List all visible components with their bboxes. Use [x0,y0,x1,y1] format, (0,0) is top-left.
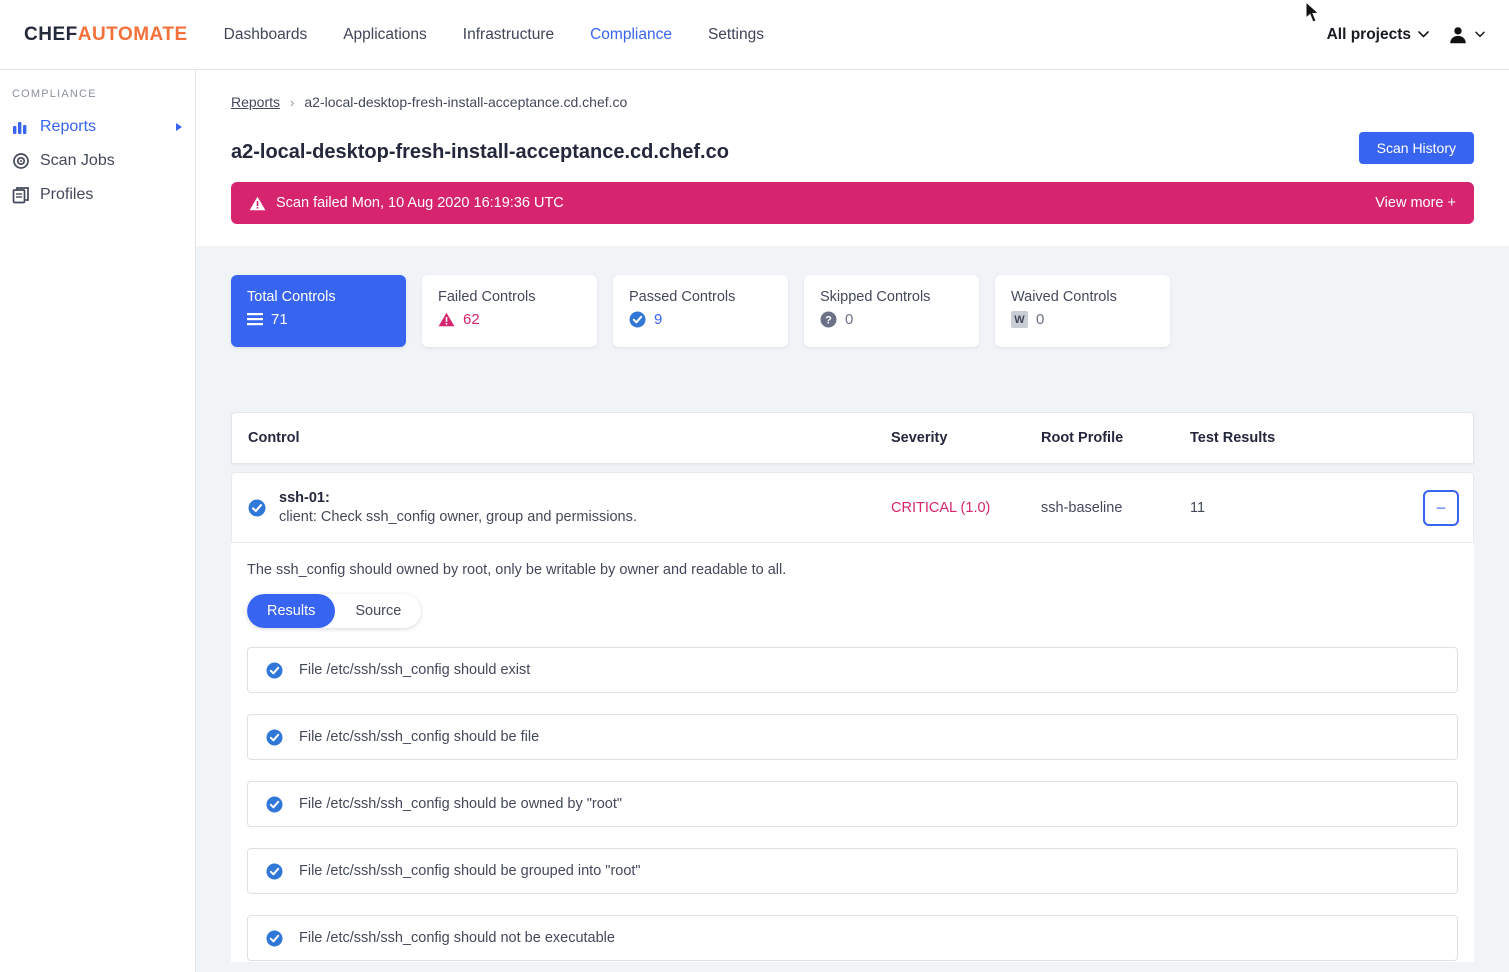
page-title: a2-local-desktop-fresh-install-acceptanc… [231,141,729,164]
top-nav: CHEFAUTOMATE Dashboards Applications Inf… [0,0,1509,70]
result-text: File /etc/ssh/ssh_config should be group… [299,863,641,879]
stat-value: 0 [845,311,853,328]
tab-source[interactable]: Source [335,594,421,628]
control-description: client: Check ssh_config owner, group an… [279,509,637,525]
minus-icon: − [1436,499,1447,517]
sidebar-item-reports[interactable]: Reports [0,110,195,144]
result-item: File /etc/ssh/ssh_config should be file [247,714,1458,760]
result-item: File /etc/ssh/ssh_config should exist [247,647,1458,693]
controls-stats-row: Total Controls 71 Failed Controls [231,275,1474,347]
projects-label: All projects [1327,26,1411,44]
control-test-results: 11 [1190,500,1205,516]
results-list: File /etc/ssh/ssh_config should exist Fi… [247,647,1458,961]
list-icon [247,313,263,326]
column-header-control: Control [232,430,891,446]
stat-card-skipped-controls[interactable]: Skipped Controls ? 0 [804,275,979,347]
check-circle-icon [266,930,283,947]
nav-item-dashboards[interactable]: Dashboards [224,26,308,44]
result-item: File /etc/ssh/ssh_config should be owned… [247,781,1458,827]
control-detail-description: The ssh_config should owned by root, onl… [247,562,1458,578]
check-circle-icon [266,729,283,746]
stat-value: 62 [463,311,480,328]
main-content: Reports › a2-local-desktop-fresh-install… [196,70,1509,972]
documents-icon [12,186,30,204]
question-circle-icon: ? [820,311,837,328]
chevron-down-icon [1418,31,1429,38]
control-severity: CRITICAL (1.0) [891,500,1041,516]
result-item: File /etc/ssh/ssh_config should be group… [247,848,1458,894]
scan-history-button[interactable]: Scan History [1359,132,1474,164]
tab-results[interactable]: Results [247,594,335,628]
breadcrumb-separator: › [290,95,294,110]
chevron-down-icon [1475,31,1485,38]
result-text: File /etc/ssh/ssh_config should be file [299,729,539,745]
result-text: File /etc/ssh/ssh_config should not be e… [299,930,615,946]
sidebar-section-label: COMPLIANCE [0,88,195,100]
stat-value: 71 [271,311,288,328]
svg-text:?: ? [825,314,832,326]
breadcrumb: Reports › a2-local-desktop-fresh-install… [231,94,1474,110]
stat-card-total-controls[interactable]: Total Controls 71 [231,275,406,347]
table-header-row: Control Severity Root Profile Test Resul… [231,412,1474,464]
control-detail-panel: The ssh_config should owned by root, onl… [231,542,1474,962]
stat-label: Skipped Controls [820,289,963,305]
sidebar-item-scan-jobs[interactable]: Scan Jobs [0,144,195,178]
check-circle-icon [266,796,283,813]
control-root-profile: ssh-baseline [1041,500,1190,516]
collapse-row-button[interactable]: − [1423,490,1459,526]
result-text: File /etc/ssh/ssh_config should exist [299,662,530,678]
sidebar-item-label: Scan Jobs [40,152,183,170]
result-text: File /etc/ssh/ssh_config should be owned… [299,796,622,812]
user-icon [1447,24,1469,46]
waived-badge-icon: W [1011,311,1028,328]
breadcrumb-reports-link[interactable]: Reports [231,94,280,110]
check-circle-icon [266,863,283,880]
warning-triangle-icon [249,196,266,211]
control-id: ssh-01: [279,490,637,506]
scan-failed-banner: Scan failed Mon, 10 Aug 2020 16:19:36 UT… [231,182,1474,224]
stat-value: 9 [654,311,662,328]
sidebar-item-profiles[interactable]: Profiles [0,178,195,212]
column-header-root-profile: Root Profile [1041,430,1190,446]
control-row-ssh-01[interactable]: ssh-01: client: Check ssh_config owner, … [231,472,1474,542]
stat-label: Passed Controls [629,289,772,305]
stat-label: Total Controls [247,289,390,305]
page-header: Reports › a2-local-desktop-fresh-install… [196,70,1509,246]
arrow-right-icon [175,122,183,132]
warning-triangle-icon [438,312,455,327]
view-more-link[interactable]: View more + [1375,195,1456,211]
check-circle-icon [629,311,646,328]
stat-value: 0 [1036,311,1044,328]
check-circle-icon [266,662,283,679]
compliance-sidebar: COMPLIANCE Reports Scan Jobs Profiles [0,70,196,972]
breadcrumb-current: a2-local-desktop-fresh-install-acceptanc… [304,94,627,110]
projects-dropdown[interactable]: All projects [1327,26,1429,44]
controls-table: Control Severity Root Profile Test Resul… [231,412,1474,962]
nav-item-settings[interactable]: Settings [708,26,764,44]
stat-label: Failed Controls [438,289,581,305]
bar-chart-icon [12,119,30,135]
scan-failed-message: Scan failed Mon, 10 Aug 2020 16:19:36 UT… [276,195,564,211]
logo-automate: AUTOMATE [78,24,188,45]
nav-item-applications[interactable]: Applications [343,26,427,44]
mouse-cursor-icon [1305,1,1321,29]
sidebar-item-label: Reports [40,118,165,136]
main-nav: Dashboards Applications Infrastructure C… [224,26,764,44]
stat-card-waived-controls[interactable]: Waived Controls W 0 [995,275,1170,347]
stat-label: Waived Controls [1011,289,1154,305]
detail-tabs: Results Source [247,594,421,628]
nav-item-compliance[interactable]: Compliance [590,26,672,44]
chef-automate-logo[interactable]: CHEFAUTOMATE [24,24,188,46]
logo-chef: CHEF [24,24,78,45]
column-header-test-results: Test Results [1190,430,1473,446]
broadcast-icon [12,152,30,170]
check-circle-icon [248,499,266,517]
user-menu[interactable] [1447,24,1485,46]
stat-card-failed-controls[interactable]: Failed Controls 62 [422,275,597,347]
stat-card-passed-controls[interactable]: Passed Controls 9 [613,275,788,347]
nav-item-infrastructure[interactable]: Infrastructure [463,26,554,44]
sidebar-item-label: Profiles [40,186,183,204]
column-header-severity: Severity [891,430,1041,446]
result-item: File /etc/ssh/ssh_config should not be e… [247,915,1458,961]
